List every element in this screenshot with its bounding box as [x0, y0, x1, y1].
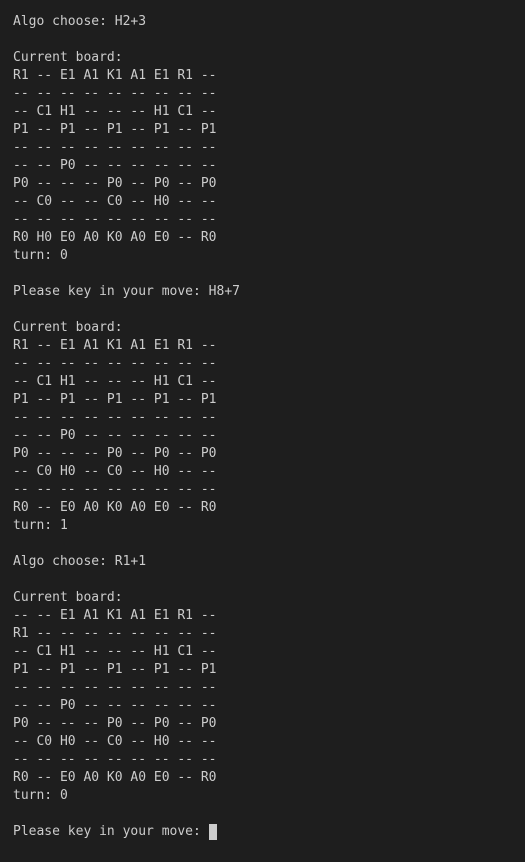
output-line: P0 -- -- -- P0 -- P0 -- P0 — [13, 446, 217, 461]
output-line: P1 -- P1 -- P1 -- P1 -- P1 — [13, 392, 217, 407]
output-line: R0 -- E0 A0 K0 A0 E0 -- R0 — [13, 500, 217, 515]
output-line: Algo choose: H2+3 — [13, 14, 147, 29]
input-prompt-line[interactable]: Please key in your move: — [13, 823, 525, 841]
output-line: R1 -- E1 A1 K1 A1 E1 R1 -- — [13, 338, 217, 353]
output-line: -- C0 H0 -- C0 -- H0 -- -- — [13, 464, 217, 479]
output-line: Algo choose: R1+1 — [13, 554, 147, 569]
output-line: -- -- -- -- -- -- -- -- -- — [13, 212, 217, 227]
output-line: -- -- -- -- -- -- -- -- -- — [13, 140, 217, 155]
output-line: -- -- E1 A1 K1 A1 E1 R1 -- — [13, 608, 217, 623]
output-line: R1 -- -- -- -- -- -- -- -- — [13, 626, 217, 641]
output-line: -- -- P0 -- -- -- -- -- -- — [13, 428, 217, 443]
output-line: -- -- -- -- -- -- -- -- -- — [13, 680, 217, 695]
output-line: -- -- -- -- -- -- -- -- -- — [13, 482, 217, 497]
output-line: -- -- P0 -- -- -- -- -- -- — [13, 158, 217, 173]
terminal-output: Algo choose: H2+3 Current board: R1 -- E1 … — [13, 13, 525, 823]
output-line: P1 -- P1 -- P1 -- P1 -- P1 — [13, 662, 217, 677]
output-line: -- -- -- -- -- -- -- -- -- — [13, 86, 217, 101]
output-line: P0 -- -- -- P0 -- P0 -- P0 — [13, 716, 217, 731]
output-line: -- C1 H1 -- -- -- H1 C1 -- — [13, 644, 217, 659]
output-line: turn: 1 — [13, 518, 68, 533]
output-line: Current board: — [13, 590, 123, 605]
output-line: -- -- -- -- -- -- -- -- -- — [13, 356, 217, 371]
output-line: -- C1 H1 -- -- -- H1 C1 -- — [13, 374, 217, 389]
output-line: Current board: — [13, 320, 123, 335]
output-line: -- -- P0 -- -- -- -- -- -- — [13, 698, 217, 713]
output-line: P1 -- P1 -- P1 -- P1 -- P1 — [13, 122, 217, 137]
text-cursor — [208, 824, 217, 840]
output-line: -- -- -- -- -- -- -- -- -- — [13, 752, 217, 767]
output-line: -- C1 H1 -- -- -- H1 C1 -- — [13, 104, 217, 119]
output-line: -- C0 H0 -- C0 -- H0 -- -- — [13, 734, 217, 749]
output-line: R0 H0 E0 A0 K0 A0 E0 -- R0 — [13, 230, 217, 245]
output-line: -- C0 -- -- C0 -- H0 -- -- — [13, 194, 217, 209]
output-line: turn: 0 — [13, 248, 68, 263]
output-line: Current board: — [13, 50, 123, 65]
output-line: turn: 0 — [13, 788, 68, 803]
output-line: -- -- -- -- -- -- -- -- -- — [13, 410, 217, 425]
output-line: Please key in your move: H8+7 — [13, 284, 240, 299]
input-prompt-label: Please key in your move: — [13, 824, 209, 839]
output-line: R0 -- E0 A0 K0 A0 E0 -- R0 — [13, 770, 217, 785]
output-line: P0 -- -- -- P0 -- P0 -- P0 — [13, 176, 217, 191]
output-line: R1 -- E1 A1 K1 A1 E1 R1 -- — [13, 68, 217, 83]
terminal-window[interactable]: Algo choose: H2+3 Current board: R1 -- E1 … — [0, 0, 525, 862]
